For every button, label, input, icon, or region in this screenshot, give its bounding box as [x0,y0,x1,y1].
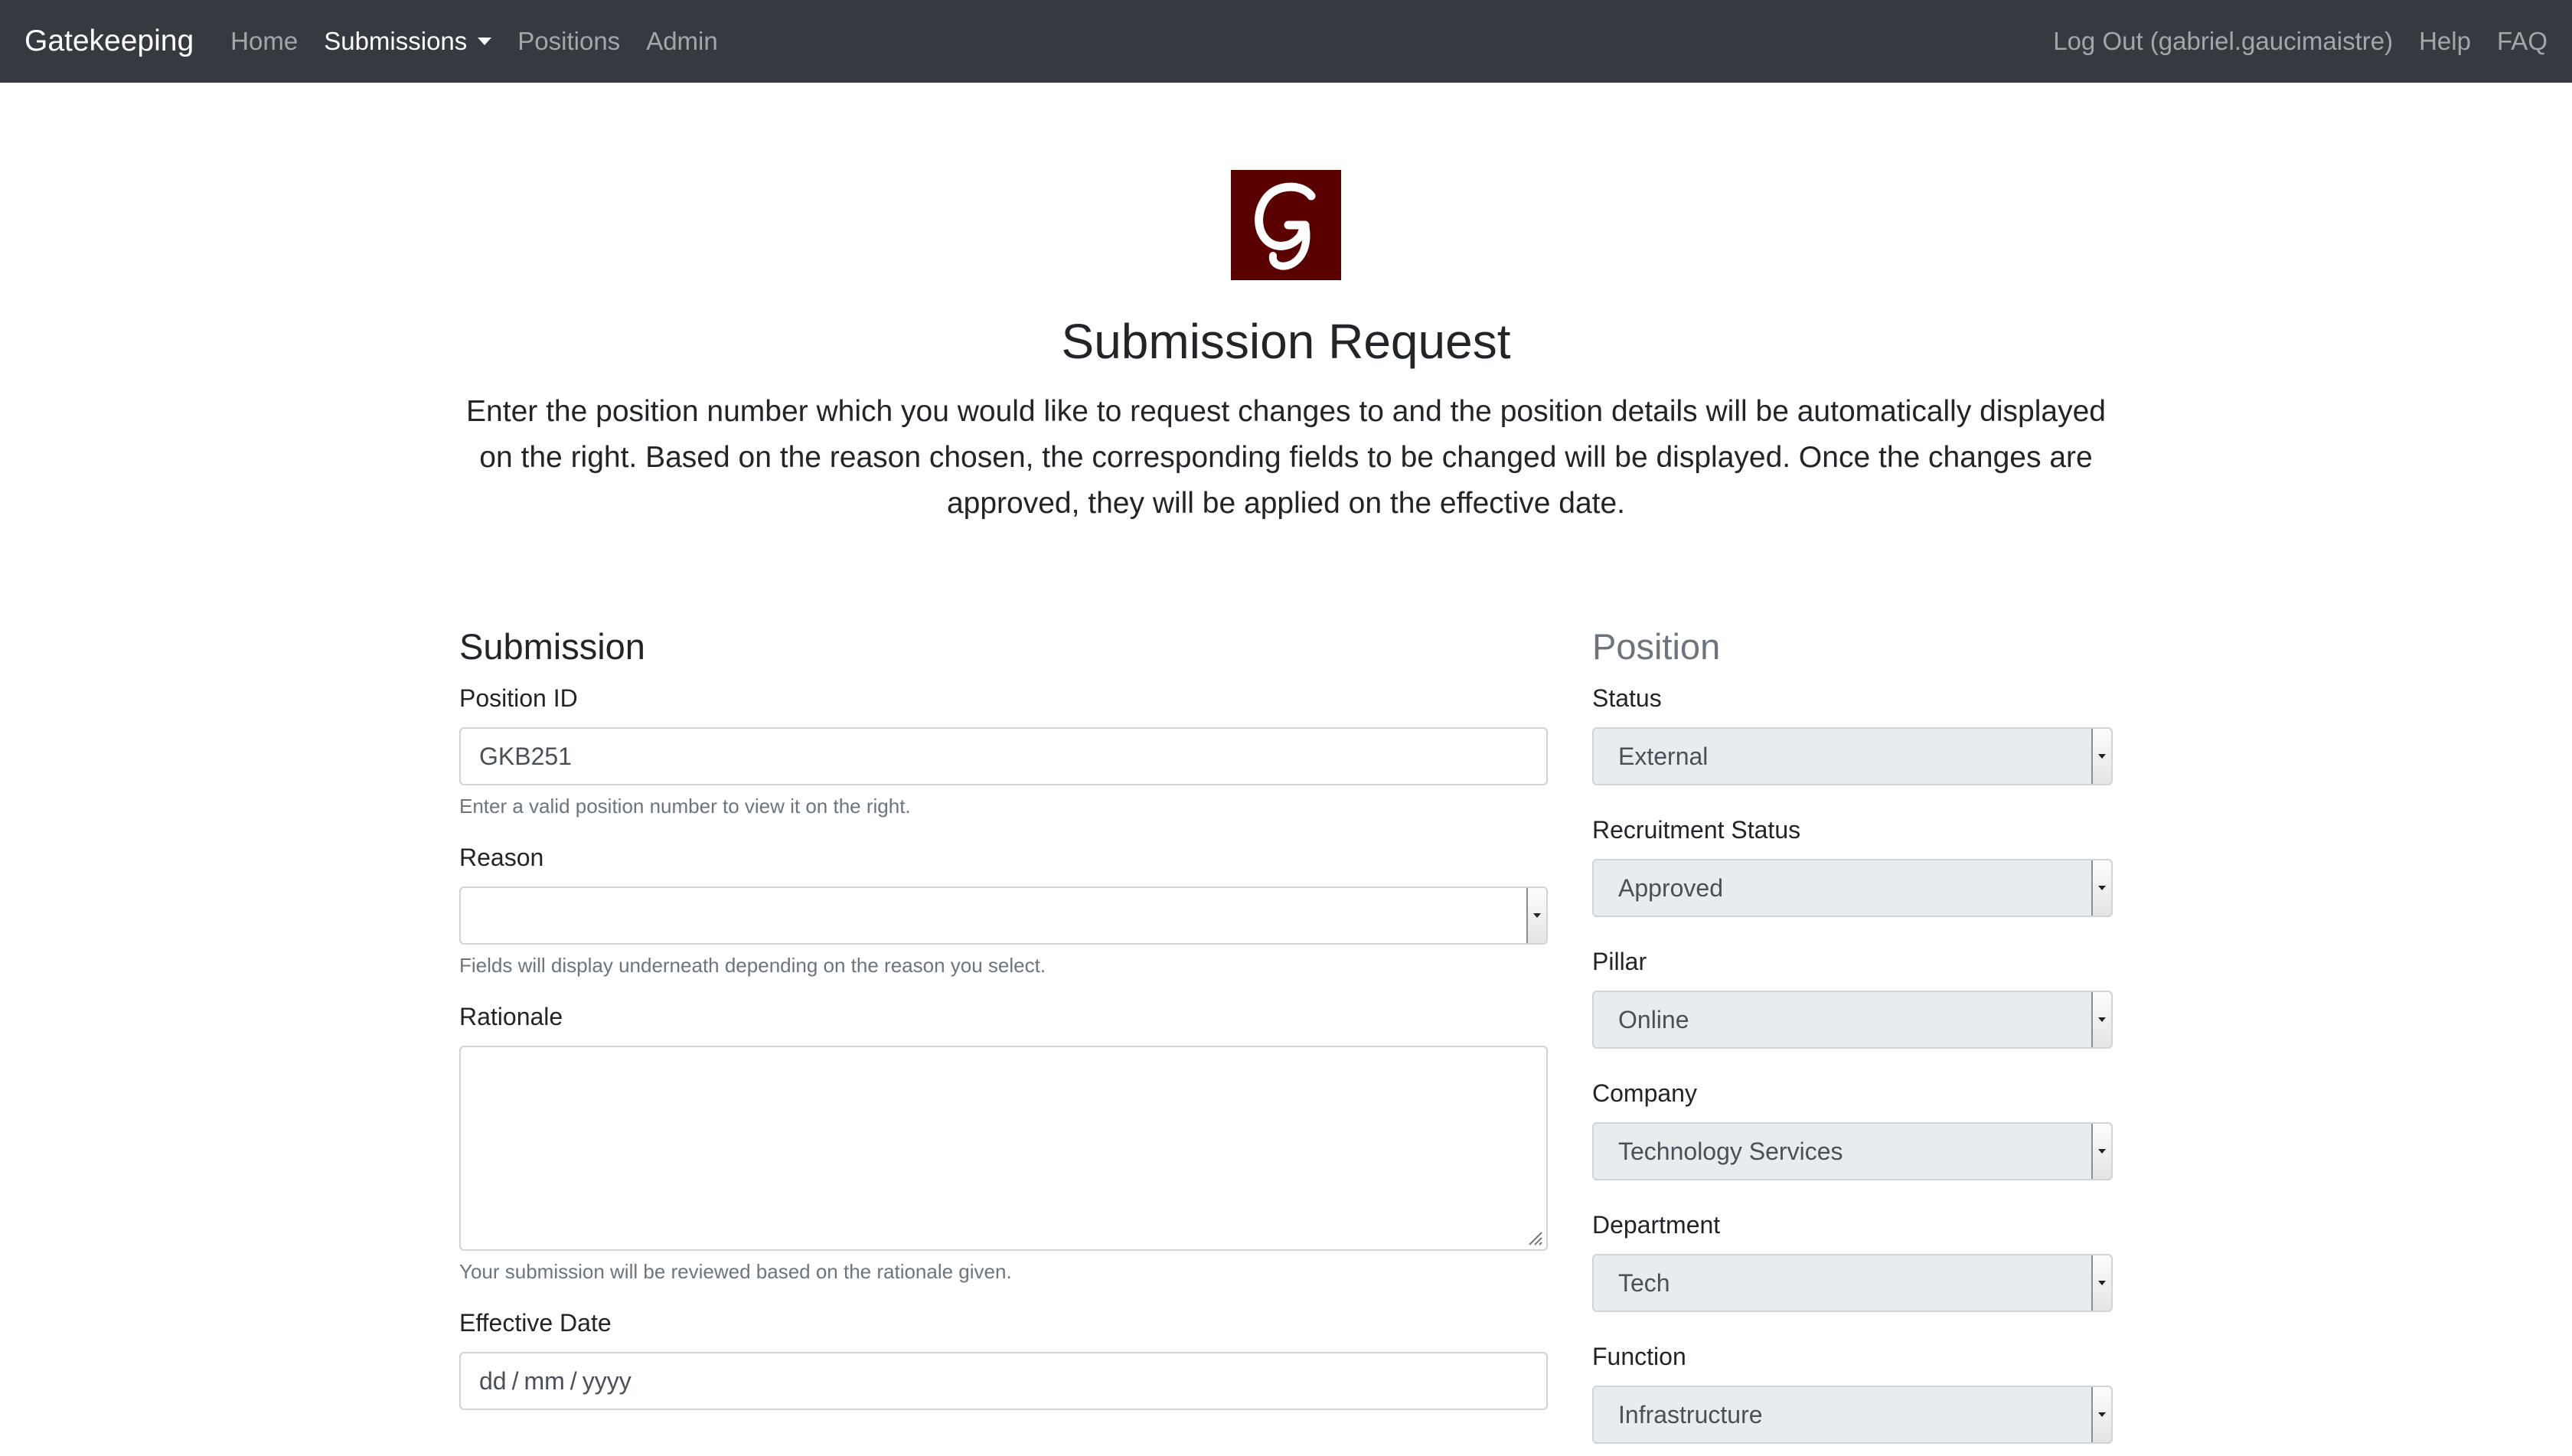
status-label: Status [1592,684,1662,712]
select-arrow-icon [1526,888,1546,943]
nav-help[interactable]: Help [2419,27,2471,56]
status-select[interactable]: External [1592,727,2113,785]
letter-g-glyph [1255,182,1316,270]
select-arrow-icon [2091,729,2111,784]
nav-logout[interactable]: Log Out (gabriel.gaucimaistre) [2053,27,2393,56]
status-value: External [1618,742,1709,770]
select-arrow-icon [2091,1387,2111,1442]
effective-date-label: Effective Date [459,1309,612,1337]
pillar-label: Pillar [1592,948,1647,975]
position-id-value: GKB251 [479,742,572,770]
function-label: Function [1592,1343,1686,1370]
nav-positions[interactable]: Positions [517,27,620,56]
date-separator: / [570,1366,577,1395]
select-arrow-icon [2091,992,2111,1047]
effective-date-input[interactable]: dd / mm / yyyy [459,1352,1548,1410]
date-month[interactable]: mm [524,1367,564,1396]
page-description: Enter the position number which you woul… [466,395,2106,520]
recruitment-status-value: Approved [1618,873,1723,902]
reason-label: Reason [459,844,544,871]
page-title: Submission Request [1061,314,1511,369]
select-arrow-icon [2091,860,2111,916]
position-panel: Position Status External Recruitment Sta… [1592,620,2113,1444]
top-navbar: Gatekeeping Home Submissions Positions A… [0,0,2572,83]
resize-grip-icon[interactable] [1526,1229,1543,1246]
pillar-select[interactable]: Online [1592,991,2113,1049]
nav-home[interactable]: Home [230,27,298,56]
nav-submissions-dropdown[interactable]: Submissions [324,27,492,56]
date-year[interactable]: yyyy [583,1367,632,1396]
reason-help: Fields will display underneath depending… [459,954,1046,977]
recruitment-status-label: Recruitment Status [1592,816,1801,844]
rationale-label: Rationale [459,1003,563,1030]
position-id-help: Enter a valid position number to view it… [459,795,911,818]
select-arrow-icon [2091,1124,2111,1179]
position-id-label: Position ID [459,684,578,712]
nav-faq[interactable]: FAQ [2497,27,2548,56]
pillar-value: Online [1618,1005,1689,1033]
date-day[interactable]: dd [479,1367,507,1396]
reason-select[interactable] [459,886,1548,945]
company-value: Technology Services [1618,1137,1843,1165]
submission-heading: Submission [459,626,645,667]
department-label: Department [1592,1211,1721,1239]
department-select[interactable]: Tech [1592,1254,2113,1312]
caret-down-icon [478,38,492,45]
brand-logo-icon [1231,170,1341,280]
submission-form: Submission Position ID GKB251 Enter a va… [459,620,1548,1410]
position-id-input[interactable]: GKB251 [459,727,1548,785]
department-value: Tech [1618,1268,1670,1297]
function-select[interactable]: Infrastructure [1592,1386,2113,1444]
function-value: Infrastructure [1618,1400,1763,1428]
nav-right-group: Log Out (gabriel.gaucimaistre) Help FAQ [2027,27,2548,56]
select-arrow-icon [2091,1255,2111,1311]
date-separator: / [511,1366,519,1395]
rationale-textarea[interactable] [459,1046,1548,1251]
company-label: Company [1592,1079,1697,1107]
brand-link[interactable]: Gatekeeping [24,24,194,58]
position-heading: Position [1592,626,1721,667]
recruitment-status-select[interactable]: Approved [1592,859,2113,917]
company-select[interactable]: Technology Services [1592,1122,2113,1180]
nav-admin[interactable]: Admin [646,27,718,56]
nav-submissions-label: Submissions [324,27,468,55]
rationale-help: Your submission will be reviewed based o… [459,1260,1012,1283]
